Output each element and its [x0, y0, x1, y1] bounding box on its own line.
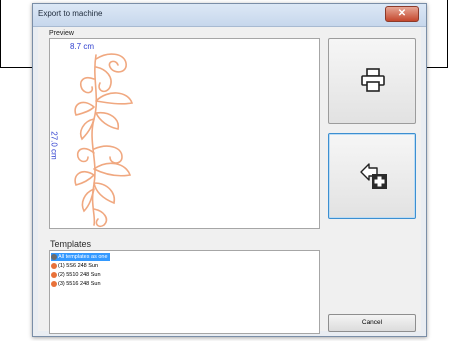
close-icon: ✕ [397, 8, 407, 19]
printer-icon [361, 68, 385, 92]
title-bar: Export to machine ✕ [33, 4, 426, 27]
templates-label: Templates [50, 239, 92, 249]
export-to-machine-button[interactable] [328, 133, 416, 219]
template-item-all[interactable]: All templates as one [51, 253, 110, 261]
template-item-label: (3) 5516 248 Sun [58, 281, 101, 287]
dialog-title: Export to machine [38, 9, 103, 18]
template-item-label: (2) 5510 248 Sun [58, 272, 101, 278]
embroidery-design-preview [74, 53, 134, 228]
template-bullet-icon [51, 271, 57, 278]
export-to-machine-icon [360, 163, 387, 189]
template-item-label: All templates as one [58, 254, 108, 260]
template-item-2[interactable]: (2) 5510 248 Sun [51, 271, 103, 279]
template-item-3[interactable]: (3) 5516 248 Sun [51, 280, 103, 288]
templates-list[interactable]: All templates as one (1) 5S6 248 Sun (2)… [49, 250, 320, 334]
template-bullet-icon [51, 253, 57, 260]
export-dialog: Export to machine ✕ Preview 8.7 cm 27.0 … [32, 3, 427, 337]
print-button[interactable] [328, 38, 416, 124]
template-item-1[interactable]: (1) 5S6 248 Sun [51, 262, 100, 270]
preview-label: Preview [49, 30, 74, 37]
close-button[interactable]: ✕ [385, 6, 419, 22]
preview-panel: 8.7 cm 27.0 cm [49, 38, 320, 229]
height-dimension-label: 27.0 cm [49, 131, 59, 160]
template-bullet-icon [51, 262, 57, 269]
template-item-label: (1) 5S6 248 Sun [58, 263, 99, 269]
dialog-client-area: Preview 8.7 cm 27.0 cm Templates All tem… [38, 27, 421, 334]
cancel-button[interactable]: Cancel [328, 314, 416, 332]
template-bullet-icon [51, 280, 57, 287]
